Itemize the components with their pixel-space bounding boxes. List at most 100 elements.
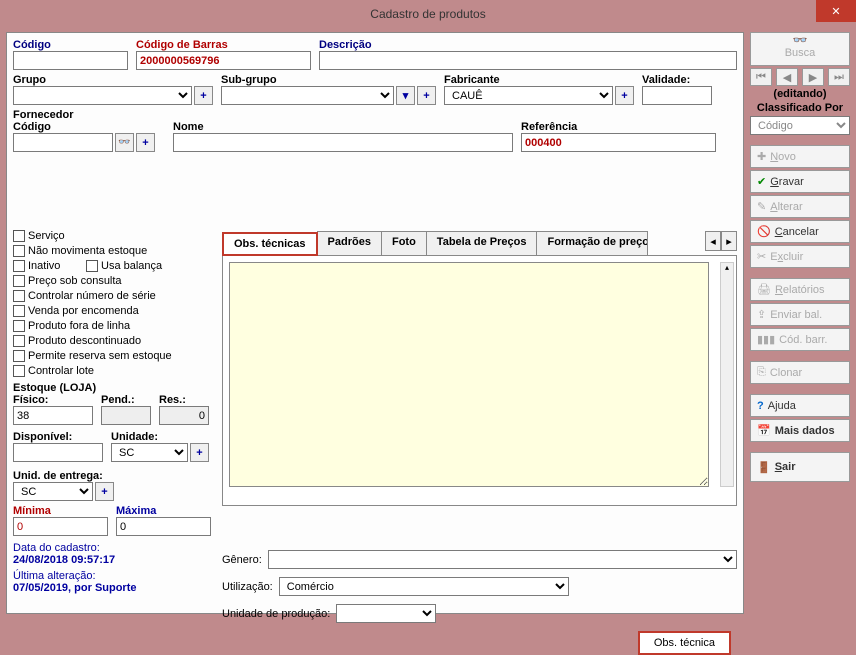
fisico-label: Físico:	[13, 394, 93, 406]
unid-entrega-add-button[interactable]: +	[95, 482, 114, 501]
chk-controlar-serie[interactable]: Controlar número de série	[13, 288, 211, 303]
fabricante-add-button[interactable]: +	[615, 86, 634, 105]
obs-tecnica-button[interactable]: Obs. técnica	[638, 631, 731, 655]
cancel-icon: 🚫	[757, 225, 771, 238]
cancelar-button[interactable]: 🚫Cancelar	[750, 220, 850, 243]
tabs-bar: Obs. técnicas Padrões Foto Tabela de Pre…	[222, 231, 737, 256]
nav-next[interactable]: ▶	[802, 68, 824, 86]
plus-icon: +	[142, 137, 148, 149]
tab-padroes[interactable]: Padrões	[317, 231, 382, 255]
send-icon: ⇪	[757, 308, 766, 321]
scissors-icon: ✂	[757, 250, 766, 263]
mais-dados-button[interactable]: 📅Mais dados	[750, 419, 850, 442]
clonar-button[interactable]: ⎘Clonar	[750, 361, 850, 384]
res-label: Res.:	[159, 394, 209, 406]
next-icon: ▶	[809, 71, 817, 84]
ajuda-button[interactable]: ?Ajuda	[750, 394, 850, 417]
forn-search-button[interactable]: 👓	[115, 133, 134, 152]
descricao-label: Descrição	[319, 39, 737, 51]
exit-icon: 🚪	[757, 461, 771, 474]
triangle-right-icon: ▸	[726, 235, 732, 248]
relatorios-button[interactable]: 🖨Relatórios	[750, 278, 850, 301]
validade-label: Validade:	[642, 74, 712, 86]
sair-button[interactable]: 🚪Sair	[750, 452, 850, 482]
tab-scroll-right[interactable]: ▸	[721, 231, 737, 251]
close-icon: ✕	[831, 5, 840, 18]
grupo-add-button[interactable]: +	[194, 86, 213, 105]
subgrupo-label: Sub-grupo	[221, 74, 436, 86]
chk-preco-consulta[interactable]: Preço sob consulta	[13, 273, 211, 288]
minima-input[interactable]	[13, 517, 108, 536]
nav-last[interactable]: ⏭	[828, 68, 850, 86]
tab-foto[interactable]: Foto	[381, 231, 427, 255]
maxima-input[interactable]	[116, 517, 211, 536]
forn-codigo-input[interactable]	[13, 133, 113, 152]
chk-controlar-lote[interactable]: Controlar lote	[13, 363, 211, 378]
tab-obs-tecnicas[interactable]: Obs. técnicas	[222, 232, 318, 256]
barras-label: Código de Barras	[136, 39, 311, 51]
scrollbar[interactable]: ▴	[720, 262, 734, 487]
obs-textarea[interactable]	[229, 262, 709, 487]
utilizacao-select[interactable]: Comércio	[279, 577, 569, 596]
maxima-label: Máxima	[116, 505, 211, 517]
sidebar: 👓 Busca ⏮ ◀ ▶ ⏭ (editando) Classificado …	[750, 32, 850, 614]
tab-tabela-precos[interactable]: Tabela de Preços	[426, 231, 538, 255]
nav-first[interactable]: ⏮	[750, 68, 772, 86]
plus-icon: +	[621, 90, 627, 102]
grupo-select[interactable]	[13, 86, 192, 105]
classificado-select[interactable]: Código	[750, 116, 850, 135]
genero-select[interactable]	[268, 550, 737, 569]
chk-permite-reserva[interactable]: Permite reserva sem estoque	[13, 348, 211, 363]
cod-barr-button[interactable]: ▮▮▮Cód. barr.	[750, 328, 850, 351]
chevron-down-icon: ▾	[403, 89, 409, 102]
chk-venda-encomenda[interactable]: Venda por encomenda	[13, 303, 211, 318]
gravar-button[interactable]: ✔Gravar	[750, 170, 850, 193]
pend-input	[101, 406, 151, 425]
excluir-button[interactable]: ✂Excluir	[750, 245, 850, 268]
clone-icon: ⎘	[757, 366, 766, 379]
chk-descontinuado[interactable]: Produto descontinuado	[13, 333, 211, 348]
unidade-label: Unidade:	[111, 431, 209, 443]
chk-fora-linha[interactable]: Produto fora de linha	[13, 318, 211, 333]
unid-prod-select[interactable]	[336, 604, 436, 623]
chk-usa-balanca[interactable]: Usa balança	[86, 258, 162, 273]
chk-nao-movimenta[interactable]: Não movimenta estoque	[13, 243, 211, 258]
fabricante-select[interactable]: CAUÊ	[444, 86, 613, 105]
subgrupo-dropdown-button[interactable]: ▾	[396, 86, 415, 105]
forn-add-button[interactable]: +	[136, 133, 155, 152]
unidade-add-button[interactable]: +	[190, 443, 209, 462]
unid-entrega-select[interactable]: SC	[13, 482, 93, 501]
codigo-input[interactable]	[13, 51, 128, 70]
binoculars-icon: 👓	[118, 137, 130, 148]
busca-button[interactable]: 👓 Busca	[750, 32, 850, 66]
chk-servico[interactable]: Serviço	[13, 228, 211, 243]
binoculars-icon: 👓	[793, 33, 808, 47]
subgrupo-add-button[interactable]: +	[417, 86, 436, 105]
chevron-up-icon: ▴	[721, 263, 733, 272]
prev-icon: ◀	[783, 71, 791, 84]
novo-button[interactable]: ✚NNovoovo	[750, 145, 850, 168]
subgrupo-select[interactable]	[221, 86, 394, 105]
unidade-select[interactable]: SC	[111, 443, 188, 462]
barras-input[interactable]	[136, 51, 311, 70]
nav-prev[interactable]: ◀	[776, 68, 798, 86]
help-icon: ?	[757, 400, 764, 412]
main-panel: Código Código de Barras Descrição Grupo	[6, 32, 744, 614]
tab-formacao-preco[interactable]: Formação de preço	[536, 231, 648, 255]
printer-icon: 🖨	[757, 283, 771, 296]
fornecedor-label: Fornecedor	[13, 109, 74, 121]
descricao-input[interactable]	[319, 51, 737, 70]
chk-inativo[interactable]: Inativo	[13, 258, 83, 273]
enviar-bal-button[interactable]: ⇪Enviar bal.	[750, 303, 850, 326]
fisico-input[interactable]	[13, 406, 93, 425]
close-button[interactable]: ✕	[816, 0, 856, 22]
referencia-input[interactable]	[521, 133, 716, 152]
minima-label: Mínima	[13, 505, 108, 517]
tab-scroll-left[interactable]: ◂	[705, 231, 721, 251]
ultima-alt-label: Última alteração:	[13, 570, 211, 582]
alterar-button[interactable]: ✎Alterar	[750, 195, 850, 218]
res-input	[159, 406, 209, 425]
validade-input[interactable]	[642, 86, 712, 105]
utilizacao-label: Utilização:	[222, 581, 273, 593]
forn-nome-input[interactable]	[173, 133, 513, 152]
